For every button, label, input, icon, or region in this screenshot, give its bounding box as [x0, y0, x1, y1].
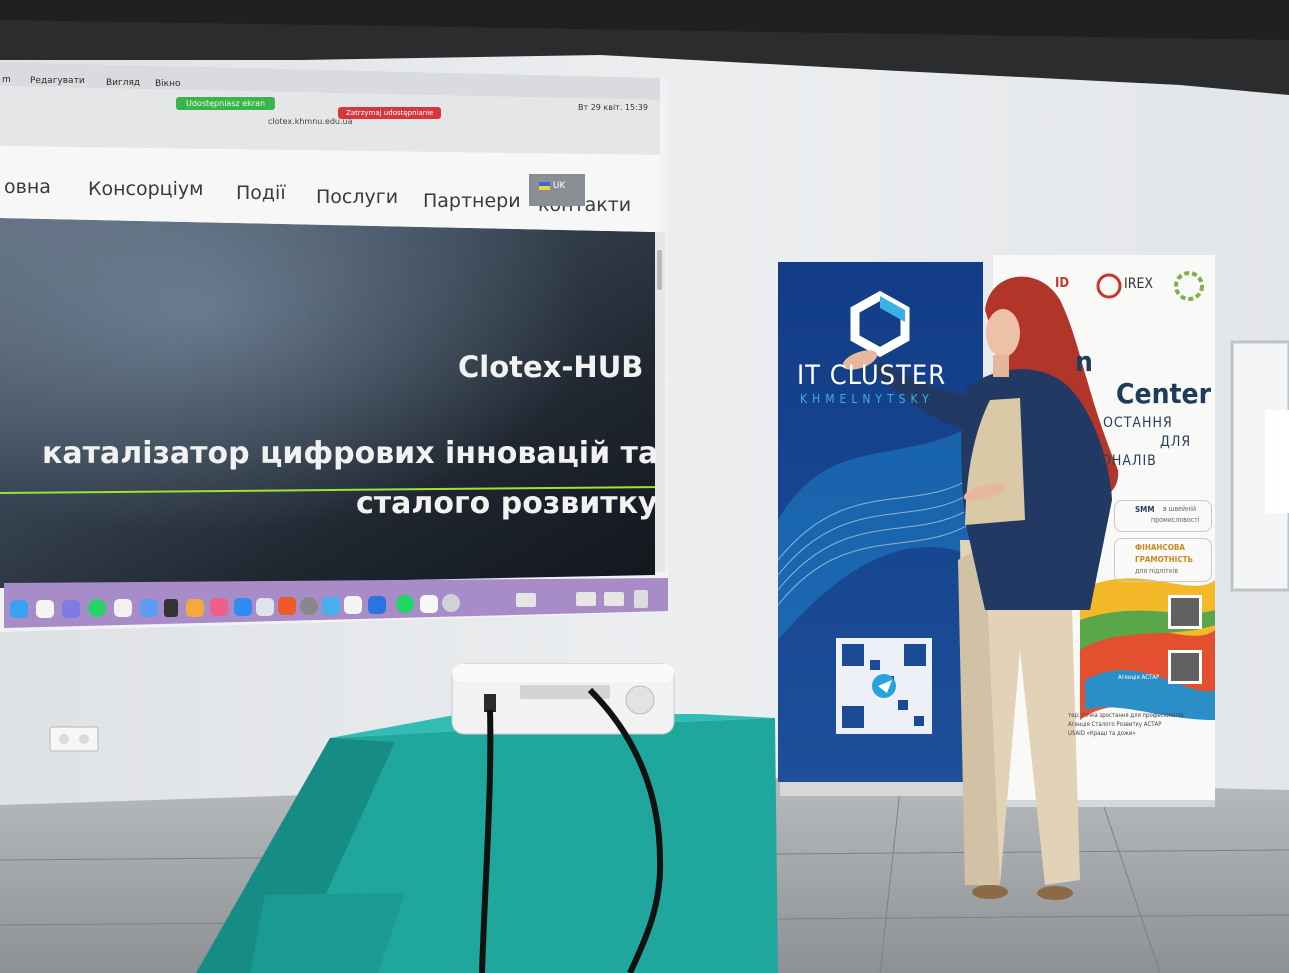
banner-heading-1: n	[1075, 345, 1093, 378]
macos-menu-bar: m Редагувати Вигляд Вікно	[0, 72, 660, 94]
nav-consortium[interactable]: Консорціум	[88, 178, 203, 200]
nav-events[interactable]: Події	[236, 182, 286, 204]
nav-partners[interactable]: Партнери	[423, 190, 521, 212]
banner-card-finance: ФІНАНСОВА ГРАМОТНІСТЬ для підлітків	[1114, 538, 1212, 582]
banner-sub-3: ОНАЛІВ	[1101, 453, 1157, 469]
banner-sub-2: ДЛЯ	[1160, 434, 1192, 450]
banner-heading-2: Center	[1116, 377, 1212, 410]
macos-dock	[6, 582, 658, 626]
card-smm-line2: промисловості	[1151, 516, 1200, 524]
url-bar[interactable]: clotex.khmnu.edu.ua	[268, 117, 352, 126]
menu-item[interactable]: m	[2, 75, 11, 85]
astar-label: Агенція АСТАР	[1118, 674, 1160, 681]
it-cluster-subtitle: KHMELNYTSKY	[800, 392, 934, 406]
fine-print-3: USAID «Кращі та дожи»	[1068, 730, 1136, 737]
menu-item-view[interactable]: Вигляд	[106, 78, 140, 88]
card-finance-title-1: ФІНАНСОВА	[1135, 543, 1185, 552]
photo-scene: m Редагувати Вигляд Вікно Udostępniasz e…	[0, 0, 1289, 973]
usaid-logo: ID	[1055, 276, 1070, 291]
card-finance-line: для підлітків	[1135, 567, 1179, 575]
nav-home[interactable]: овна	[4, 176, 51, 198]
irex-logo: IREX	[1124, 276, 1154, 292]
stop-sharing-button[interactable]: Zatrzymaj udostępnianie	[338, 107, 442, 119]
hero-subtitle-line2: сталого розвитку	[356, 486, 658, 521]
telegram-icon	[872, 676, 873, 677]
banner-sub-1: ОСТАННЯ	[1103, 415, 1173, 431]
dock-app-icons[interactable]	[6, 582, 658, 626]
fine-print-2: Агенція Сталого Розвитку АСТАР	[1068, 721, 1162, 728]
card-smm-line1: в швейній	[1163, 505, 1197, 513]
nav-services[interactable]: Послуги	[316, 186, 398, 208]
fine-print-1: тер: точка зростання для професіоналів	[1068, 712, 1184, 719]
language-switcher[interactable]: UK	[529, 174, 585, 206]
menu-item-edit[interactable]: Редагувати	[30, 76, 85, 86]
hero-subtitle-line1: каталізатор цифрових інновацій та	[42, 436, 659, 471]
screen-share-indicator: Udostępniasz ekran	[176, 97, 276, 110]
hero-title: Clotex-HUB	[458, 350, 644, 384]
card-smm-title: SMM	[1135, 505, 1155, 514]
card-finance-title-2: ГРАМОТНІСТЬ	[1135, 555, 1193, 564]
clock: Вт 29 квіт. 15:39	[578, 103, 648, 112]
flag-ua-icon	[539, 181, 550, 190]
it-cluster-title: IT CLUSTER	[797, 360, 947, 391]
menu-item-window[interactable]: Вікно	[155, 79, 181, 89]
banner-card-smm: SMM в швейній промисловості	[1114, 500, 1212, 532]
language-label: UK	[552, 181, 566, 191]
